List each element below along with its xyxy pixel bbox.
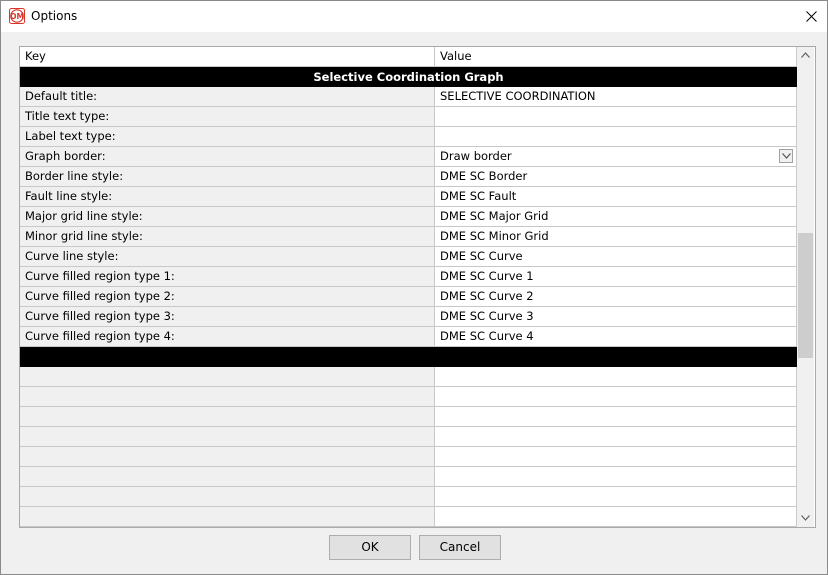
table-row[interactable]: Curve filled region type 3: DME SC Curve … — [20, 307, 797, 327]
empty-row — [20, 427, 797, 447]
window-title: Options — [31, 9, 78, 23]
close-icon — [806, 11, 817, 22]
row-value: DME SC Fault — [440, 189, 517, 203]
row-key: Curve filled region type 4: — [20, 327, 435, 347]
graph-border-select[interactable]: Draw border — [435, 147, 797, 167]
cancel-button[interactable]: Cancel — [419, 535, 501, 560]
table-row[interactable]: Curve filled region type 1: DME SC Curve … — [20, 267, 797, 287]
grid-body: Key Value Selective Coordination Graph D… — [20, 47, 797, 527]
row-value-field[interactable]: DME SC Curve 2 — [435, 287, 797, 307]
column-header-value[interactable]: Value — [435, 47, 797, 67]
empty-key-cell — [20, 447, 435, 467]
table-row[interactable]: Curve filled region type 4: DME SC Curve … — [20, 327, 797, 347]
table-row[interactable]: Graph border: Draw border — [20, 147, 797, 167]
row-key: Fault line style: — [20, 187, 435, 207]
row-value-field[interactable]: DME SC Border — [435, 167, 797, 187]
row-value-field[interactable]: DME SC Fault — [435, 187, 797, 207]
app-icon-letters: OM — [10, 12, 24, 21]
row-key: Default title: — [20, 87, 435, 107]
scroll-up-button[interactable] — [797, 47, 814, 64]
table-row[interactable]: Curve line style: DME SC Curve — [20, 247, 797, 267]
empty-key-cell — [20, 487, 435, 507]
chevron-down-icon — [782, 153, 791, 159]
dropdown-button[interactable] — [779, 149, 793, 163]
empty-value-cell — [435, 427, 797, 447]
row-key: Graph border: — [20, 147, 435, 167]
options-grid: Key Value Selective Coordination Graph D… — [19, 46, 816, 528]
table-row[interactable]: Title text type: — [20, 107, 797, 127]
scrollbar-thumb[interactable] — [798, 233, 813, 358]
empty-key-cell — [20, 387, 435, 407]
chevron-down-icon — [801, 515, 810, 521]
vertical-scrollbar[interactable] — [797, 47, 814, 527]
options-dialog: OM Options Key Value Selective Coordinat… — [0, 0, 828, 575]
empty-value-cell — [435, 387, 797, 407]
empty-value-cell — [435, 407, 797, 427]
row-value-field[interactable]: SELECTIVE COORDINATION — [435, 87, 797, 107]
row-key: Curve filled region type 2: — [20, 287, 435, 307]
row-value-field[interactable]: DME SC Curve 1 — [435, 267, 797, 287]
section-header: Selective Coordination Graph — [20, 67, 797, 87]
empty-row — [20, 467, 797, 487]
close-button[interactable] — [797, 1, 827, 32]
empty-value-cell — [435, 447, 797, 467]
row-value-field[interactable]: DME SC Major Grid — [435, 207, 797, 227]
empty-value-cell — [435, 467, 797, 487]
row-key: Curve line style: — [20, 247, 435, 267]
empty-key-cell — [20, 427, 435, 447]
empty-value-cell — [435, 367, 797, 387]
app-icon: OM — [9, 8, 25, 24]
row-value-field[interactable] — [435, 107, 797, 127]
row-key: Curve filled region type 1: — [20, 267, 435, 287]
row-key: Label text type: — [20, 127, 435, 147]
table-row[interactable]: Label text type: — [20, 127, 797, 147]
row-value: DME SC Minor Grid — [440, 229, 549, 243]
title-bar: OM Options — [1, 1, 827, 32]
row-value-field[interactable]: DME SC Minor Grid — [435, 227, 797, 247]
section-separator — [20, 347, 797, 367]
row-key: Major grid line style: — [20, 207, 435, 227]
empty-row — [20, 447, 797, 467]
empty-value-cell — [435, 487, 797, 507]
row-key: Border line style: — [20, 167, 435, 187]
row-value: DME SC Major Grid — [440, 209, 549, 223]
empty-row — [20, 487, 797, 507]
row-value: DME SC Curve 4 — [440, 329, 534, 343]
empty-key-cell — [20, 407, 435, 427]
column-header-key[interactable]: Key — [20, 47, 435, 67]
empty-row — [20, 507, 797, 527]
empty-row — [20, 367, 797, 387]
table-row[interactable]: Minor grid line style: DME SC Minor Grid — [20, 227, 797, 247]
row-value-field[interactable]: DME SC Curve 4 — [435, 327, 797, 347]
empty-row — [20, 407, 797, 427]
row-value-field[interactable]: DME SC Curve 3 — [435, 307, 797, 327]
empty-key-cell — [20, 367, 435, 387]
table-row[interactable]: Default title: SELECTIVE COORDINATION — [20, 87, 797, 107]
grid-header: Key Value — [20, 47, 797, 67]
row-key: Curve filled region type 3: — [20, 307, 435, 327]
ok-button[interactable]: OK — [329, 535, 411, 560]
table-row[interactable]: Fault line style: DME SC Fault — [20, 187, 797, 207]
row-value: DME SC Curve 2 — [440, 289, 534, 303]
table-row[interactable]: Major grid line style: DME SC Major Grid — [20, 207, 797, 227]
empty-key-cell — [20, 467, 435, 487]
row-value: DME SC Curve 1 — [440, 269, 534, 283]
table-row[interactable]: Border line style: DME SC Border — [20, 167, 797, 187]
row-value: DME SC Border — [440, 169, 528, 183]
scroll-down-button[interactable] — [797, 510, 814, 527]
row-key: Minor grid line style: — [20, 227, 435, 247]
empty-key-cell — [20, 507, 435, 527]
row-value: DME SC Curve — [440, 249, 523, 263]
row-value-field[interactable] — [435, 127, 797, 147]
empty-row — [20, 387, 797, 407]
chevron-up-icon — [801, 52, 810, 58]
row-value-field[interactable]: DME SC Curve — [435, 247, 797, 267]
row-value: SELECTIVE COORDINATION — [440, 89, 596, 103]
row-value: DME SC Curve 3 — [440, 309, 534, 323]
table-row[interactable]: Curve filled region type 2: DME SC Curve … — [20, 287, 797, 307]
empty-value-cell — [435, 507, 797, 527]
row-value: Draw border — [440, 149, 512, 163]
row-key: Title text type: — [20, 107, 435, 127]
